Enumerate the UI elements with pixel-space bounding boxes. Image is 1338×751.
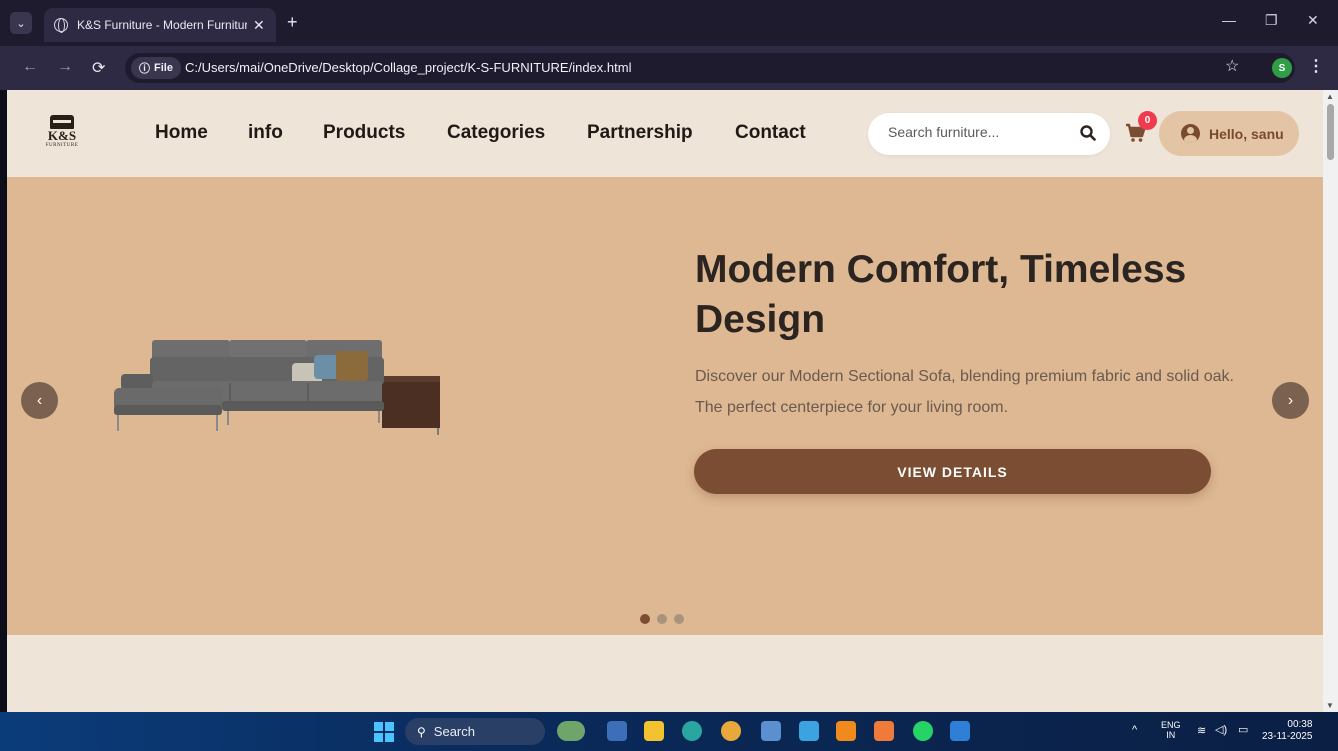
system-clock[interactable]: 00:38 23-11-2025 (1262, 719, 1312, 743)
file-explorer-icon[interactable] (644, 721, 664, 741)
tab-title: K&S Furniture - Modern Furniture (77, 18, 247, 32)
clock-date: 23-11-2025 (1262, 731, 1313, 742)
site-info-chip[interactable]: ⓘ File (131, 57, 181, 79)
language-indicator[interactable]: ENG IN (1161, 720, 1181, 740)
logo-sub-text: FURNITURE (45, 143, 79, 148)
browser-toolbar: ← → ⟳ ⓘ File C:/Users/mai/OneDrive/Deskt… (0, 46, 1338, 90)
nav-contact[interactable]: Contact (735, 122, 806, 144)
search-icon: ⚲ (417, 724, 426, 739)
hero-description: Discover our Modern Sectional Sofa, blen… (695, 368, 1234, 416)
language-top: ENG (1161, 720, 1181, 730)
volume-icon[interactable]: ◁) (1215, 723, 1227, 736)
sofa-image (114, 340, 440, 435)
view-details-button[interactable]: VIEW DETAILS (694, 449, 1211, 494)
search-box (868, 113, 1110, 155)
browser-tab-active[interactable]: K&S Furniture - Modern Furniture ✕ (44, 8, 276, 42)
browser-menu-icon[interactable]: ⋮ (1308, 56, 1324, 76)
url-text[interactable]: C:/Users/mai/OneDrive/Desktop/Collage_pr… (185, 60, 631, 75)
clock-time: 00:38 (1287, 719, 1313, 730)
carousel-dot-1[interactable] (640, 614, 650, 624)
forward-arrow-icon[interactable]: → (57, 58, 73, 76)
page-scrollbar[interactable]: ▲ ▼ (1323, 90, 1338, 712)
windows-taskbar: ⚲ Search ^ ENG IN ≋ ◁) ▭ 00:38 23-11-202… (0, 712, 1338, 751)
nav-home[interactable]: Home (155, 122, 208, 144)
search-input[interactable] (888, 124, 1068, 140)
snipping-tool-icon[interactable] (607, 721, 627, 741)
hero-title: Modern Comfort, Timeless Design (695, 248, 1187, 341)
vlc-icon[interactable] (836, 721, 856, 741)
user-circle-icon (1181, 124, 1200, 143)
carousel-prev-button[interactable]: ‹ (21, 382, 58, 419)
logo-main-text: K&S (47, 128, 77, 143)
nav-partnership[interactable]: Partnership (587, 122, 693, 144)
scroll-down-arrow-icon[interactable]: ▼ (1326, 701, 1334, 710)
notepad-icon[interactable] (799, 721, 819, 741)
taskbar-search[interactable]: ⚲ Search (405, 718, 545, 745)
tab-search-button[interactable]: ⌄ (10, 12, 32, 34)
search-icon[interactable] (1080, 125, 1096, 141)
user-greeting: Hello, sanu (1209, 125, 1284, 142)
bookmark-star-icon[interactable]: ☆ (1225, 56, 1239, 76)
whatsapp-icon[interactable] (913, 721, 933, 741)
taskbar-search-label: Search (433, 724, 475, 739)
battery-icon[interactable]: ▭ (1238, 723, 1248, 736)
sofa-logo-icon (50, 115, 74, 129)
minimize-button[interactable]: — (1222, 12, 1236, 28)
cart-count-badge: 0 (1138, 111, 1157, 130)
back-arrow-icon[interactable]: ← (22, 58, 38, 76)
address-bar[interactable]: ⓘ File C:/Users/mai/OneDrive/Desktop/Col… (125, 53, 1295, 83)
site-logo[interactable]: K&S FURNITURE (37, 115, 87, 155)
site-header: K&S FURNITURE Home info Products Categor… (7, 90, 1323, 177)
scroll-up-arrow-icon[interactable]: ▲ (1326, 92, 1334, 101)
user-menu-button[interactable]: Hello, sanu (1159, 111, 1299, 156)
python-icon[interactable] (761, 721, 781, 741)
carousel-indicators (640, 614, 684, 624)
windows-start-icon[interactable] (374, 722, 394, 742)
hero-carousel: Modern Comfort, Timeless Design Discover… (7, 177, 1323, 635)
page-viewport: K&S FURNITURE Home info Products Categor… (7, 90, 1323, 712)
carousel-next-button[interactable]: › (1272, 382, 1309, 419)
reload-icon[interactable]: ⟳ (92, 58, 105, 78)
tab-close-icon[interactable]: ✕ (253, 17, 265, 34)
tray-expand-icon[interactable]: ^ (1132, 724, 1137, 736)
restore-button[interactable]: ❐ (1265, 12, 1278, 29)
wifi-icon[interactable]: ≋ (1197, 724, 1206, 737)
profile-avatar[interactable]: S (1272, 58, 1292, 78)
scrollbar-thumb[interactable] (1327, 104, 1334, 160)
chrome-icon[interactable] (721, 721, 741, 741)
remote-desktop-icon[interactable] (950, 721, 970, 741)
widgets-icon[interactable] (557, 721, 585, 741)
language-bottom: IN (1166, 730, 1176, 740)
info-icon: ⓘ (139, 63, 150, 75)
file-chip-label: File (154, 62, 173, 74)
globe-icon (54, 18, 68, 33)
new-tab-button[interactable]: + (287, 12, 298, 33)
carousel-dot-2[interactable] (657, 614, 667, 624)
nav-info[interactable]: info (248, 122, 283, 144)
nav-products[interactable]: Products (323, 122, 405, 144)
nav-categories[interactable]: Categories (447, 122, 545, 144)
carousel-dot-3[interactable] (674, 614, 684, 624)
browser-tab-strip: ⌄ K&S Furniture - Modern Furniture ✕ + —… (0, 0, 1338, 46)
close-window-button[interactable]: ✕ (1307, 12, 1319, 29)
edge-icon[interactable] (682, 721, 702, 741)
xampp-icon[interactable] (874, 721, 894, 741)
